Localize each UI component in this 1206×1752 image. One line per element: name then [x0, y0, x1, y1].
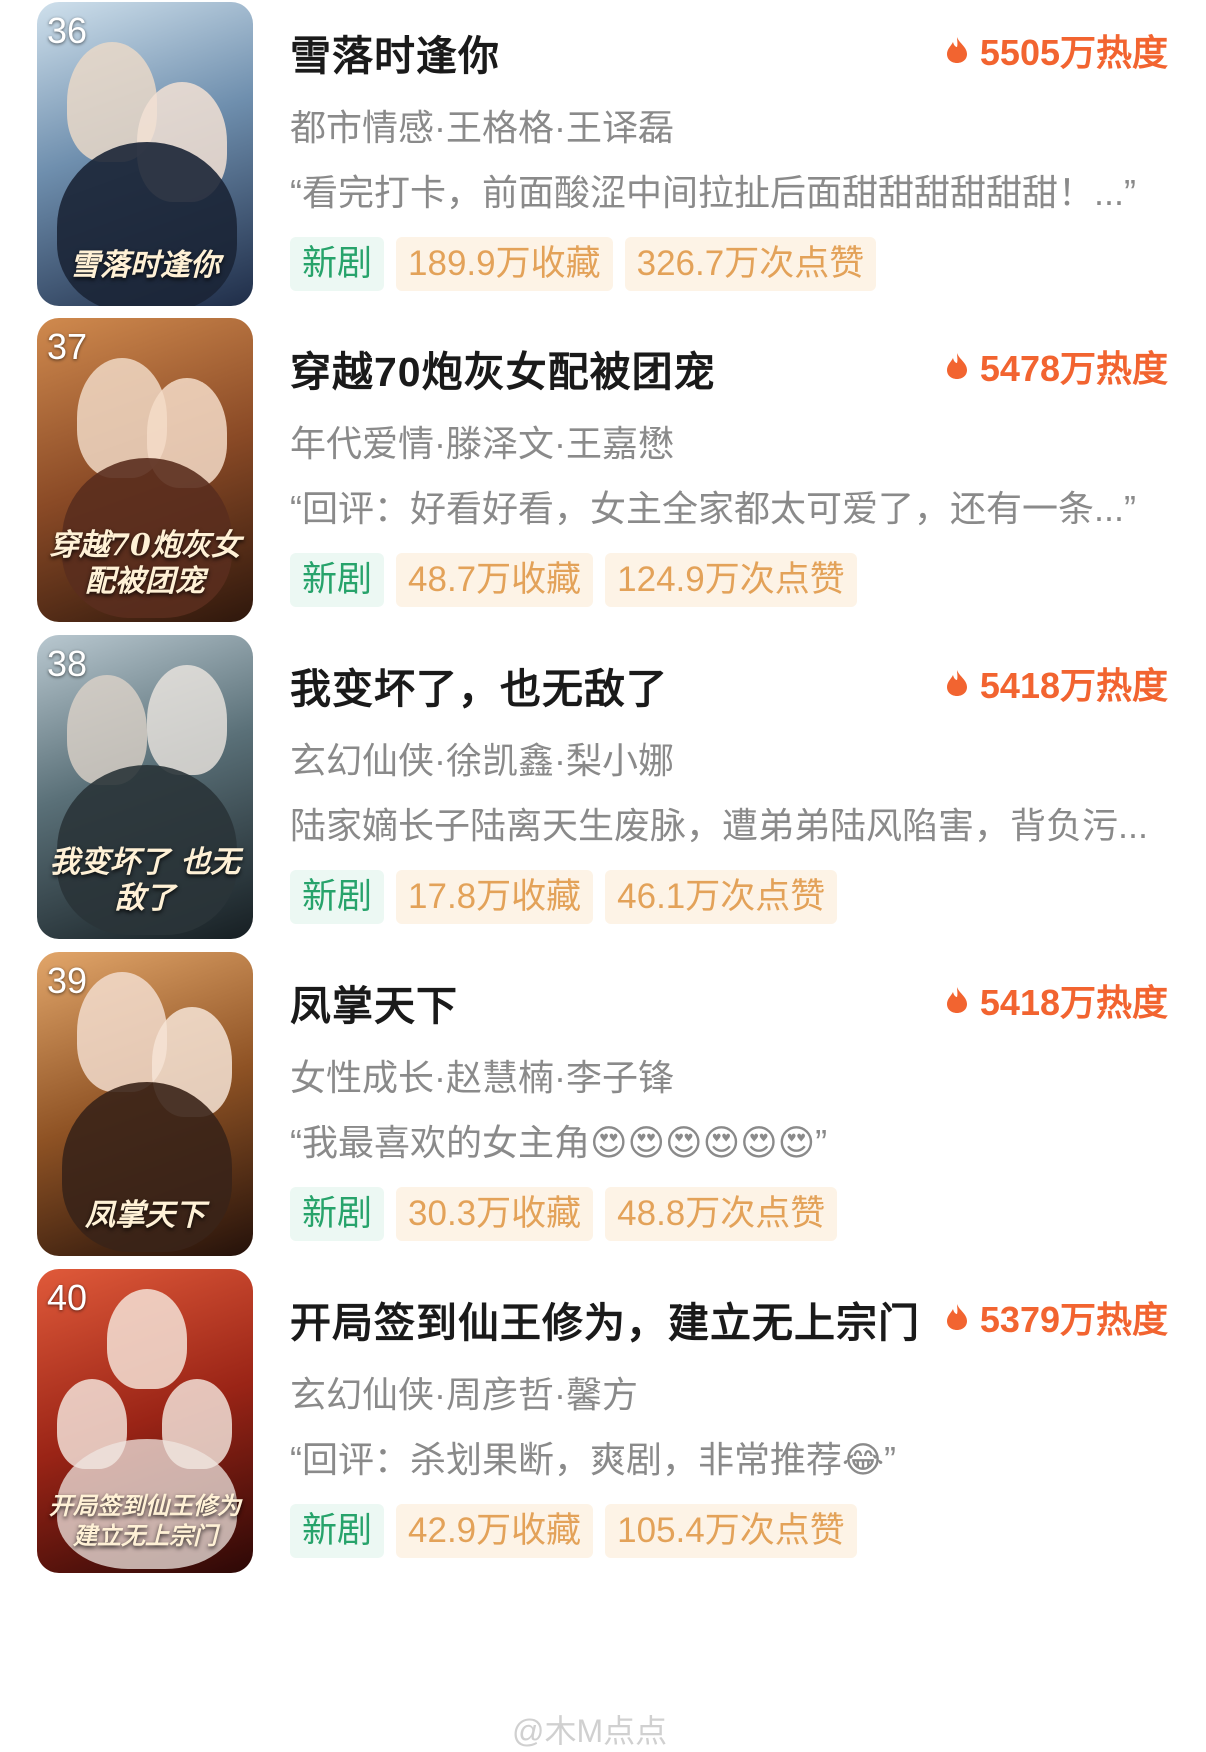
drama-quote: 陆家嫡长子陆离天生废脉，遭弟弟陆风陷害，背负污... — [290, 805, 1149, 846]
list-item[interactable]: 40 开局签到仙王修为 建立无上宗门 开局签到仙王修为，建立无上宗门 5379万… — [0, 1269, 1206, 1579]
poster-title-art: 凤掌天下 — [85, 1198, 205, 1233]
new-drama-badge: 新剧 — [290, 870, 385, 924]
heat-score: 5418万热度 — [946, 657, 1168, 709]
poster-title-art: 穿越70炮灰女配被团宠 — [49, 528, 241, 599]
heat-value: 5418万热度 — [979, 982, 1168, 1023]
new-drama-badge: 新剧 — [290, 553, 385, 607]
likes-count: 326.7万次点赞 — [624, 237, 877, 291]
drama-quote: “回评：好看好看，女主全家都太可爱了，还有一条...” — [290, 488, 1136, 529]
drama-title[interactable]: 凤掌天下 — [290, 972, 458, 1032]
list-item[interactable]: 37 穿越70炮灰女配被团宠 穿越70炮灰女配被团宠 5478万热度 年代爱情·… — [0, 318, 1206, 628]
favorites-count: 189.9万收藏 — [396, 237, 613, 291]
list-item[interactable]: 39 凤掌天下 凤掌天下 5418万热度 女性成长·赵慧楠·李子锋 “我最喜欢的… — [0, 952, 1206, 1262]
heat-value: 5505万热度 — [979, 32, 1168, 73]
tag-row: 新剧 17.8万收藏 46.1万次点赞 — [290, 870, 838, 924]
poster-title-art: 开局签到仙王修为 建立无上宗门 — [49, 1491, 241, 1550]
rank-number: 36 — [47, 10, 88, 51]
list-item[interactable]: 38 我变坏了 也无敌了 我变坏了，也无敌了 5418万热度 玄幻仙侠·徐凯鑫·… — [0, 635, 1206, 945]
new-drama-badge: 新剧 — [290, 1187, 385, 1241]
poster-image[interactable]: 38 我变坏了 也无敌了 — [37, 635, 253, 939]
rank-number: 40 — [47, 1277, 88, 1318]
tag-row: 新剧 189.9万收藏 326.7万次点赞 — [290, 237, 877, 291]
drama-title[interactable]: 开局签到仙王修为，建立无上宗门 — [290, 1289, 920, 1349]
flame-icon — [946, 353, 967, 379]
poster-image[interactable]: 40 开局签到仙王修为 建立无上宗门 — [37, 1269, 253, 1573]
heat-value: 5478万热度 — [979, 348, 1168, 389]
drama-title[interactable]: 穿越70炮灰女配被团宠 — [290, 338, 716, 398]
flame-icon — [946, 37, 967, 63]
drama-meta: 玄幻仙侠·徐凯鑫·梨小娜 — [290, 740, 674, 781]
rank-number: 38 — [47, 643, 88, 684]
poster-image[interactable]: 36 雪落时逢你 — [37, 2, 253, 306]
tag-row: 新剧 48.7万收藏 124.9万次点赞 — [290, 553, 857, 607]
rank-number: 37 — [47, 326, 88, 367]
flame-icon — [946, 670, 967, 696]
watermark: @木M点点 — [512, 1713, 668, 1749]
new-drama-badge: 新剧 — [290, 237, 385, 291]
new-drama-badge: 新剧 — [290, 1504, 385, 1558]
drama-quote: “回评：杀划果断，爽剧，非常推荐😂” — [290, 1439, 897, 1480]
heat-score: 5478万热度 — [946, 340, 1168, 392]
heat-score: 5505万热度 — [946, 24, 1168, 76]
poster-image[interactable]: 39 凤掌天下 — [37, 952, 253, 1256]
drama-title[interactable]: 我变坏了，也无敌了 — [290, 655, 668, 715]
likes-count: 46.1万次点赞 — [605, 870, 838, 924]
poster-title-art: 我变坏了 也无敌了 — [49, 845, 241, 916]
likes-count: 105.4万次点赞 — [605, 1504, 857, 1558]
poster-image[interactable]: 37 穿越70炮灰女配被团宠 — [37, 318, 253, 622]
drama-meta: 女性成长·赵慧楠·李子锋 — [290, 1057, 674, 1098]
likes-count: 48.8万次点赞 — [605, 1187, 838, 1241]
favorites-count: 17.8万收藏 — [396, 870, 594, 924]
heat-score: 5379万热度 — [946, 1291, 1168, 1343]
drama-meta: 玄幻仙侠·周彦哲·馨方 — [290, 1374, 638, 1415]
heat-value: 5418万热度 — [979, 665, 1168, 706]
heat-score: 5418万热度 — [946, 974, 1168, 1026]
flame-icon — [946, 1304, 967, 1330]
likes-count: 124.9万次点赞 — [605, 553, 857, 607]
favorites-count: 48.7万收藏 — [396, 553, 594, 607]
list-item[interactable]: 36 雪落时逢你 雪落时逢你 5505万热度 都市情感·王格格·王译磊 “看完打… — [0, 2, 1206, 312]
tag-row: 新剧 30.3万收藏 48.8万次点赞 — [290, 1187, 838, 1241]
tag-row: 新剧 42.9万收藏 105.4万次点赞 — [290, 1504, 857, 1558]
favorites-count: 42.9万收藏 — [396, 1504, 594, 1558]
drama-title[interactable]: 雪落时逢你 — [290, 22, 500, 82]
favorites-count: 30.3万收藏 — [396, 1187, 594, 1241]
drama-meta: 年代爱情·滕泽文·王嘉懋 — [290, 423, 674, 464]
poster-title-art: 雪落时逢你 — [70, 248, 220, 283]
drama-quote: “我最喜欢的女主角😍😍😍😍😍😍” — [290, 1122, 828, 1163]
flame-icon — [946, 987, 967, 1013]
drama-meta: 都市情感·王格格·王译磊 — [290, 107, 674, 148]
rank-number: 39 — [47, 960, 88, 1001]
drama-quote: “看完打卡，前面酸涩中间拉扯后面甜甜甜甜甜甜！...” — [290, 172, 1136, 213]
heat-value: 5379万热度 — [979, 1299, 1168, 1340]
